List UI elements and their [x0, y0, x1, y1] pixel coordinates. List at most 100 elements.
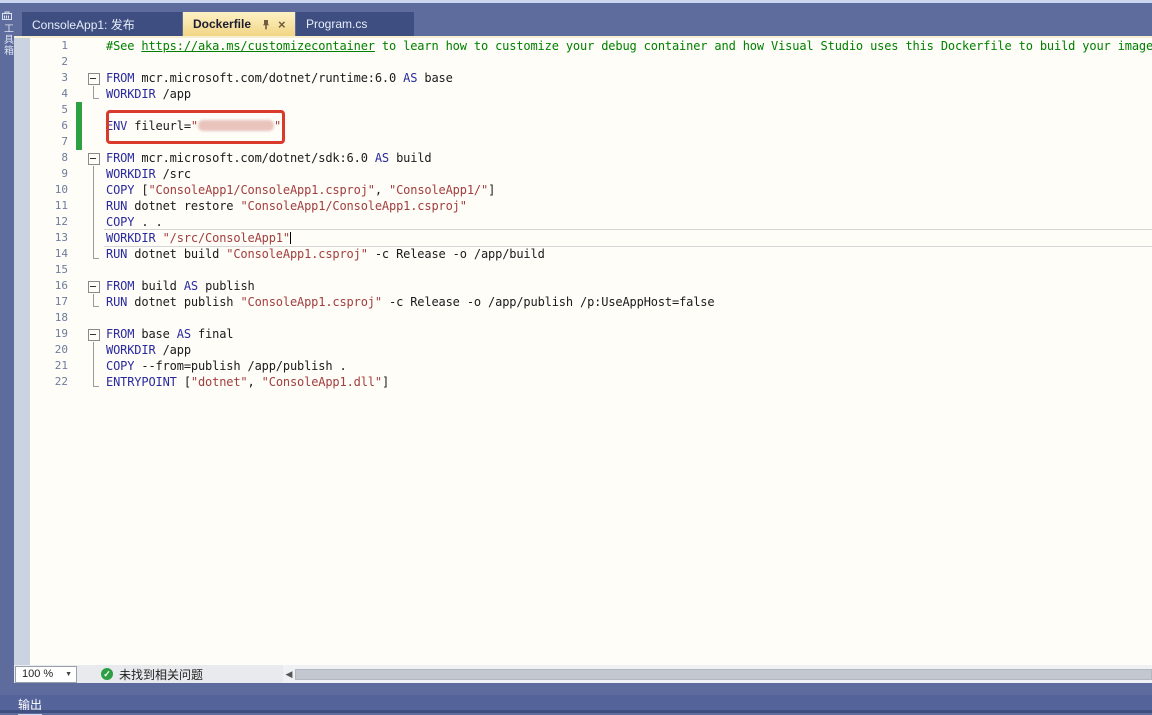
change-tracking-margin: [70, 166, 84, 182]
code-line[interactable]: 8FROM mcr.microsoft.com/dotnet/sdk:6.0 A…: [30, 150, 1152, 166]
line-number: 7: [30, 134, 70, 150]
tab-label: Dockerfile: [193, 17, 251, 31]
change-tracking-margin: [70, 70, 84, 86]
check-circle-icon: ✓: [101, 668, 113, 680]
change-tracking-margin: [70, 246, 84, 262]
dropdown-arrow-icon: ▼: [65, 671, 72, 678]
change-tracking-margin: [70, 54, 84, 70]
scroll-left-arrow-icon[interactable]: ◀: [283, 669, 295, 680]
code-text: [106, 262, 1152, 278]
code-text: FROM base AS final: [106, 326, 1152, 342]
code-text: COPY ["ConsoleApp1/ConsoleApp1.csproj", …: [106, 182, 1152, 198]
tab-label: Program.cs: [306, 17, 367, 31]
outline-guide: [84, 214, 106, 230]
breakpoint-margin[interactable]: [14, 38, 30, 665]
outline-guide: [84, 230, 106, 246]
code-text: ENTRYPOINT ["dotnet", "ConsoleApp1.dll"]: [106, 374, 1152, 390]
code-text: RUN dotnet restore "ConsoleApp1/ConsoleA…: [106, 198, 1152, 214]
line-number: 10: [30, 182, 70, 198]
close-icon[interactable]: ×: [278, 18, 286, 31]
toolbox-icon: [2, 11, 12, 20]
outline-guide: [84, 134, 106, 150]
sidebar-tab-label: 工具箱: [0, 23, 15, 56]
code-line[interactable]: 1#See https://aka.ms/customizecontainer …: [30, 38, 1152, 54]
tab-dockerfile[interactable]: Dockerfile ×: [183, 12, 295, 36]
line-number: 19: [30, 326, 70, 342]
line-number: 15: [30, 262, 70, 278]
change-tracking-margin: [70, 374, 84, 390]
code-line[interactable]: 2: [30, 54, 1152, 70]
tab-programcs[interactable]: Program.cs: [296, 12, 414, 36]
outline-guide: [84, 246, 106, 262]
zoom-level-value: 100 %: [22, 668, 53, 680]
code-text: #See https://aka.ms/customizecontainer t…: [106, 38, 1152, 54]
code-line[interactable]: 19 FROM base AS final: [30, 326, 1152, 342]
change-tracking-margin: [70, 182, 84, 198]
change-tracking-margin: [70, 294, 84, 310]
code-line[interactable]: 4WORKDIR /app: [30, 86, 1152, 102]
line-number: 8: [30, 150, 70, 166]
change-tracking-bar: [70, 118, 84, 134]
pin-icon[interactable]: [261, 19, 271, 30]
tab-consoleapp1-publish[interactable]: ConsoleApp1: 发布: [22, 12, 182, 36]
change-tracking-margin: [70, 310, 84, 326]
change-tracking-bar: [70, 134, 84, 150]
fold-toggle[interactable]: [84, 70, 106, 86]
outline-guide: [84, 374, 106, 390]
fold-toggle[interactable]: [84, 326, 106, 342]
change-tracking-margin: [70, 230, 84, 246]
line-number: 20: [30, 342, 70, 358]
code-text: RUN dotnet build "ConsoleApp1.csproj" -c…: [106, 246, 1152, 262]
change-tracking-bar: [70, 102, 84, 118]
code-text: FROM mcr.microsoft.com/dotnet/runtime:6.…: [106, 70, 1152, 86]
line-number: 5: [30, 102, 70, 118]
left-tool-strip: 工具箱: [0, 3, 14, 713]
line-number: 16: [30, 278, 70, 294]
line-number: 13: [30, 230, 70, 246]
zoom-level-select[interactable]: 100 % ▼: [15, 666, 77, 683]
code-line[interactable]: 11RUN dotnet restore "ConsoleApp1/Consol…: [30, 198, 1152, 214]
line-number: 21: [30, 358, 70, 374]
change-tracking-margin: [70, 326, 84, 342]
sidebar-tab-toolbox[interactable]: 工具箱: [0, 11, 14, 56]
change-tracking-margin: [70, 342, 84, 358]
outline-guide: [84, 182, 106, 198]
document-health-indicator[interactable]: ✓ 未找到相关问题: [101, 666, 203, 683]
change-tracking-margin: [70, 214, 84, 230]
fold-toggle[interactable]: [84, 150, 106, 166]
code-line[interactable]: 15: [30, 262, 1152, 278]
code-line[interactable]: 9WORKDIR /src: [30, 166, 1152, 182]
code-line[interactable]: 18: [30, 310, 1152, 326]
code-line[interactable]: 3FROM mcr.microsoft.com/dotnet/runtime:6…: [30, 70, 1152, 86]
health-message: 未找到相关问题: [119, 666, 203, 683]
change-tracking-margin: [70, 358, 84, 374]
code-line[interactable]: 22ENTRYPOINT ["dotnet", "ConsoleApp1.dll…: [30, 374, 1152, 390]
line-number: 12: [30, 214, 70, 230]
document-tab-bar: ConsoleApp1: 发布 Dockerfile × Program.cs: [14, 12, 1152, 36]
line-number: 9: [30, 166, 70, 182]
code-line[interactable]: 21 COPY --from=publish /app/publish .: [30, 358, 1152, 374]
code-editor[interactable]: 1#See https://aka.ms/customizecontainer …: [14, 36, 1152, 665]
code-line[interactable]: 20 WORKDIR /app: [30, 342, 1152, 358]
line-number: 17: [30, 294, 70, 310]
editor-bottom-bar: 100 % ▼ ✓ 未找到相关问题 ◀: [14, 665, 1152, 683]
code-line[interactable]: 14 RUN dotnet build "ConsoleApp1.csproj" …: [30, 246, 1152, 262]
outline-guide: [84, 54, 106, 70]
fold-toggle[interactable]: [84, 278, 106, 294]
code-line[interactable]: 12 COPY . .: [30, 214, 1152, 230]
scrollbar-thumb[interactable]: [295, 669, 1152, 680]
tab-label: ConsoleApp1: 发布: [32, 16, 135, 33]
code-line[interactable]: 16FROM build AS publish: [30, 278, 1152, 294]
code-text: COPY --from=publish /app/publish .: [106, 358, 1152, 374]
horizontal-scrollbar[interactable]: ◀: [283, 665, 1152, 683]
code-text: WORKDIR /app: [106, 342, 1152, 358]
line-number: 6: [30, 118, 70, 134]
code-line[interactable]: 10 COPY ["ConsoleApp1/ConsoleApp1.csproj"…: [30, 182, 1152, 198]
output-panel-header: 输出: [0, 695, 1152, 710]
code-line[interactable]: 17RUN dotnet publish "ConsoleApp1.csproj…: [30, 294, 1152, 310]
line-number: 14: [30, 246, 70, 262]
outline-guide: [84, 86, 106, 102]
code-text: COPY . .: [106, 214, 1152, 230]
env-annotation-red-box: [106, 110, 285, 144]
code-lines-container: 1#See https://aka.ms/customizecontainer …: [30, 38, 1152, 390]
